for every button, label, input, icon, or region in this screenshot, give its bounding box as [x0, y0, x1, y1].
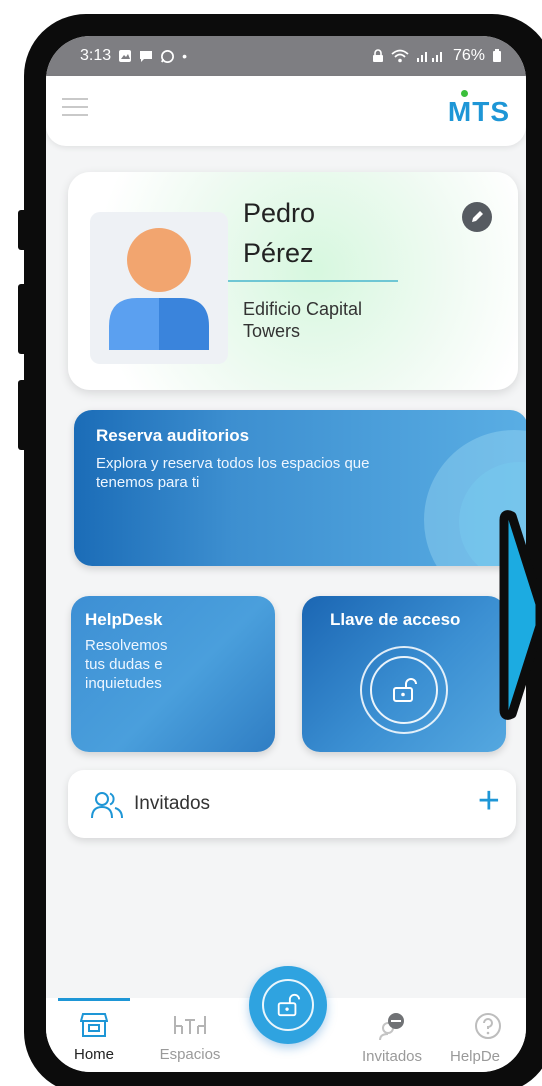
status-bar-left: 3:13 •: [80, 47, 187, 65]
edit-profile-button[interactable]: [462, 202, 492, 232]
fab-ring: [262, 979, 314, 1031]
invitados-label: Invitados: [134, 793, 211, 814]
wifi-icon: [391, 49, 409, 63]
lock-status-icon: [372, 49, 383, 62]
app-header: MTS: [46, 76, 526, 146]
app-screen: 3:13 • 76% MTS Pedro Pérez Edificio Capi…: [46, 36, 526, 1072]
nav-item-espacios[interactable]: Espacios: [150, 1012, 230, 1063]
avatar: [90, 212, 228, 364]
helpdesk-tile[interactable]: HelpDesk Resolvemos tus dudas e inquietu…: [71, 596, 275, 752]
unlock-icon: [277, 993, 301, 1017]
helpdesk-desc-line1: Resolvemos: [85, 637, 168, 654]
gallery-icon: [119, 50, 132, 62]
nav-item-invitados[interactable]: Invitados: [352, 1012, 432, 1065]
reserva-desc-line2: tenemos para ti: [96, 474, 200, 491]
profile-divider: [228, 280, 398, 282]
reserva-auditorios-tile[interactable]: Reserva auditorios Explora y reserva tod…: [74, 410, 526, 566]
signal-icon: [416, 52, 442, 62]
side-arrow-icon: [499, 510, 542, 720]
helpdesk-desc-line3: inquietudes: [85, 675, 162, 692]
menu-icon[interactable]: [62, 98, 88, 118]
mts-logo: MTS: [447, 90, 510, 128]
nav-label-home: Home: [73, 1046, 114, 1063]
profile-building-line2: Towers: [243, 321, 301, 341]
status-time: 3:13: [80, 47, 112, 64]
pencil-icon: [472, 211, 483, 222]
store-icon: [79, 1013, 109, 1037]
helpdesk-desc-line2: tus dudas e: [85, 656, 163, 673]
help-circle-icon: [475, 1013, 501, 1039]
tables-icon: [174, 1016, 206, 1034]
logo-text: MTS: [447, 96, 510, 127]
status-bar-right: 76%: [372, 47, 502, 65]
user-avatar-icon: [109, 228, 209, 350]
battery-text: 76%: [452, 47, 485, 64]
llave-acceso-tile[interactable]: Llave de acceso: [302, 596, 506, 752]
profile-card: Pedro Pérez Edificio Capital Towers: [68, 172, 518, 390]
phone-side-button-middle: [18, 284, 28, 354]
add-invitado-button[interactable]: +: [478, 780, 500, 823]
logo-dot: [460, 90, 468, 97]
battery-icon: [493, 49, 501, 62]
lock-ring-outer: [360, 646, 448, 734]
message-icon: [140, 51, 153, 62]
profile-first-name: Pedro: [243, 198, 316, 228]
users-icon: [91, 792, 123, 819]
nav-label-espacios: Espacios: [159, 1046, 221, 1063]
profile-building-line1: Edificio Capital: [243, 299, 363, 319]
phone-side-button-bottom: [18, 380, 28, 450]
nav-active-indicator: [58, 998, 130, 1001]
user-minus-icon: [379, 1013, 404, 1041]
llave-title: Llave de acceso: [330, 610, 461, 629]
invitados-bar[interactable]: Invitados +: [68, 770, 516, 838]
whatsapp-icon: [161, 49, 175, 63]
reserva-title: Reserva auditorios: [96, 426, 250, 445]
helpdesk-title: HelpDesk: [85, 610, 163, 629]
dot-icon: •: [182, 48, 188, 64]
nav-label-helpdesk: HelpDe: [450, 1048, 501, 1065]
phone-side-button-top: [18, 210, 28, 250]
nav-item-home[interactable]: Home: [62, 1012, 126, 1063]
unlock-fab-button[interactable]: [249, 966, 327, 1044]
nav-label-invitados: Invitados: [361, 1048, 423, 1065]
reserva-desc-line1: Explora y reserva todos los espacios que: [96, 455, 370, 472]
nav-item-helpdesk[interactable]: HelpDe: [450, 1012, 526, 1065]
status-bar: 3:13 • 76%: [46, 36, 526, 76]
lock-ring-inner: [370, 656, 438, 724]
unlock-icon: [393, 678, 417, 702]
profile-last-name: Pérez: [243, 238, 314, 268]
